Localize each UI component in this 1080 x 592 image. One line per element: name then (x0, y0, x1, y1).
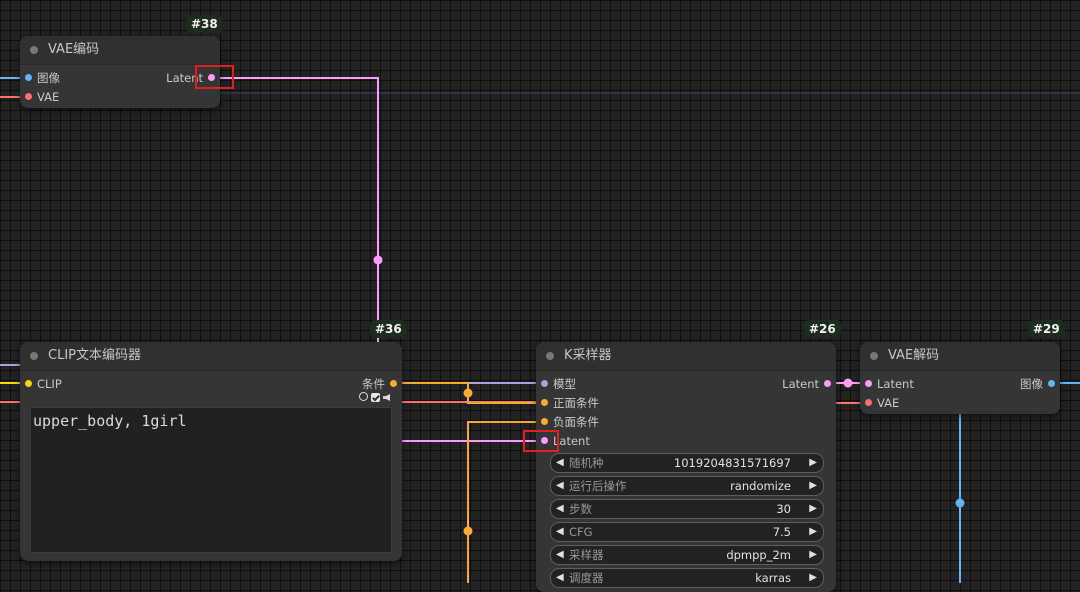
widget-label: 采样器 (569, 548, 604, 562)
node-id-badge: #38 (186, 15, 223, 33)
input-slot-positive[interactable]: 正面条件 (541, 395, 599, 411)
widget-seed[interactable]: ◀ 随机种 1019204831571697 ▶ (550, 453, 824, 473)
input-pin-icon[interactable] (25, 380, 32, 387)
slot-label: 正面条件 (553, 396, 599, 410)
output-pin-icon[interactable] (1048, 380, 1055, 387)
output-slot-latent[interactable]: Latent (782, 376, 831, 392)
increment-arrow-icon[interactable]: ▶ (809, 454, 817, 472)
node-header[interactable]: VAE解码 (860, 342, 1060, 371)
widget-scheduler[interactable]: ◀ 调度器 karras ▶ (550, 568, 824, 588)
input-pin-icon[interactable] (541, 380, 548, 387)
wire-midpoint (463, 526, 473, 536)
collapse-dot-icon[interactable] (30, 46, 38, 54)
decrement-arrow-icon[interactable]: ◀ (556, 477, 564, 495)
output-pin-icon[interactable] (390, 380, 397, 387)
widget-label: 调度器 (569, 571, 604, 585)
node-title: VAE编码 (48, 42, 100, 57)
node-title: K采样器 (564, 348, 612, 363)
wire-midpoint (373, 255, 383, 265)
node-id-badge: #29 (1028, 320, 1065, 338)
highlight-box (195, 65, 234, 89)
widget-sampler[interactable]: ◀ 采样器 dpmpp_2m ▶ (550, 545, 824, 565)
input-pin-icon[interactable] (865, 380, 872, 387)
input-pin-icon[interactable] (865, 399, 872, 406)
output-slot-conditioning[interactable]: 条件 (362, 376, 397, 392)
widget-control-after[interactable]: ◀ 运行后操作 randomize ▶ (550, 476, 824, 496)
slot-label: Latent (877, 377, 914, 391)
widget-value: karras (755, 571, 791, 585)
vae-decode-node[interactable]: VAE解码 Latent VAE 图像 (860, 342, 1060, 414)
text-controls (356, 392, 390, 404)
decrement-arrow-icon[interactable]: ◀ (556, 454, 564, 472)
slot-label: VAE (877, 396, 900, 410)
wire-positive (394, 382, 544, 404)
input-pin-icon[interactable] (541, 418, 548, 425)
widget-value: 30 (776, 502, 791, 516)
node-title: CLIP文本编码器 (48, 348, 141, 363)
node-id-badge: #26 (804, 320, 841, 338)
input-slot-model[interactable]: 模型 (541, 376, 576, 392)
output-slot-image[interactable]: 图像 (1020, 376, 1055, 392)
widget-cfg[interactable]: ◀ CFG 7.5 ▶ (550, 522, 824, 542)
slot-label: VAE (37, 90, 60, 104)
increment-arrow-icon[interactable]: ▶ (809, 477, 817, 495)
input-slot-vae[interactable]: VAE (25, 89, 59, 105)
wire-midpoint (955, 498, 965, 508)
node-header[interactable]: K采样器 (536, 342, 836, 371)
widget-label: 随机种 (569, 456, 604, 470)
node-title: VAE解码 (888, 348, 940, 363)
clip-text-encode-node[interactable]: CLIP文本编码器 CLIP 条件 upper_body, 1girl (20, 342, 402, 561)
decrement-arrow-icon[interactable]: ◀ (556, 500, 564, 518)
slot-label: 图像 (1020, 377, 1043, 391)
radio-icon[interactable] (359, 392, 368, 401)
node-header[interactable]: VAE编码 (20, 36, 220, 65)
decrement-arrow-icon[interactable]: ◀ (556, 569, 564, 587)
widget-steps[interactable]: ◀ 步数 30 ▶ (550, 499, 824, 519)
increment-arrow-icon[interactable]: ▶ (809, 569, 817, 587)
increment-arrow-icon[interactable]: ▶ (809, 500, 817, 518)
node-header[interactable]: CLIP文本编码器 (20, 342, 402, 371)
widget-value: dpmpp_2m (726, 548, 791, 562)
widget-value: 7.5 (772, 525, 791, 539)
input-pin-icon[interactable] (25, 93, 32, 100)
input-slot-vae[interactable]: VAE (865, 395, 899, 411)
widget-label: 运行后操作 (569, 479, 627, 493)
collapse-dot-icon[interactable] (546, 352, 554, 360)
vae-encode-node[interactable]: VAE编码 图像 VAE Latent (20, 36, 220, 108)
collapse-dot-icon[interactable] (30, 352, 38, 360)
input-slot-clip[interactable]: CLIP (25, 376, 62, 392)
node-id-badge: #36 (370, 320, 407, 338)
input-slot-latent[interactable]: Latent (865, 376, 914, 392)
checkbox-icon[interactable] (371, 393, 380, 402)
widget-label: CFG (569, 525, 593, 539)
slot-label: 条件 (362, 377, 385, 391)
slot-label: 负面条件 (553, 415, 599, 429)
highlight-box (523, 430, 559, 452)
prompt-textarea[interactable]: upper_body, 1girl (30, 407, 392, 553)
wire-midpoint (463, 388, 473, 398)
output-pin-icon[interactable] (824, 380, 831, 387)
widget-value: 1019204831571697 (673, 456, 791, 470)
wire-midpoint (843, 378, 853, 388)
collapse-dot-icon[interactable] (870, 352, 878, 360)
input-pin-icon[interactable] (541, 399, 548, 406)
widget-label: 步数 (569, 502, 592, 516)
input-pin-icon[interactable] (25, 74, 32, 81)
input-slot-image[interactable]: 图像 (25, 70, 60, 86)
decrement-arrow-icon[interactable]: ◀ (556, 523, 564, 541)
slot-label: 模型 (553, 377, 576, 391)
decrement-arrow-icon[interactable]: ◀ (556, 546, 564, 564)
increment-arrow-icon[interactable]: ▶ (809, 546, 817, 564)
slot-label: Latent (782, 377, 819, 391)
increment-arrow-icon[interactable]: ▶ (809, 523, 817, 541)
speaker-icon[interactable] (383, 394, 390, 401)
input-slot-negative[interactable]: 负面条件 (541, 414, 599, 430)
ksampler-node[interactable]: K采样器 模型 正面条件 负面条件 Latent Latent ◀ 随机种 1019… (536, 342, 836, 592)
slot-label: CLIP (37, 377, 62, 391)
widget-value: randomize (730, 479, 791, 493)
slot-label: 图像 (37, 71, 60, 85)
